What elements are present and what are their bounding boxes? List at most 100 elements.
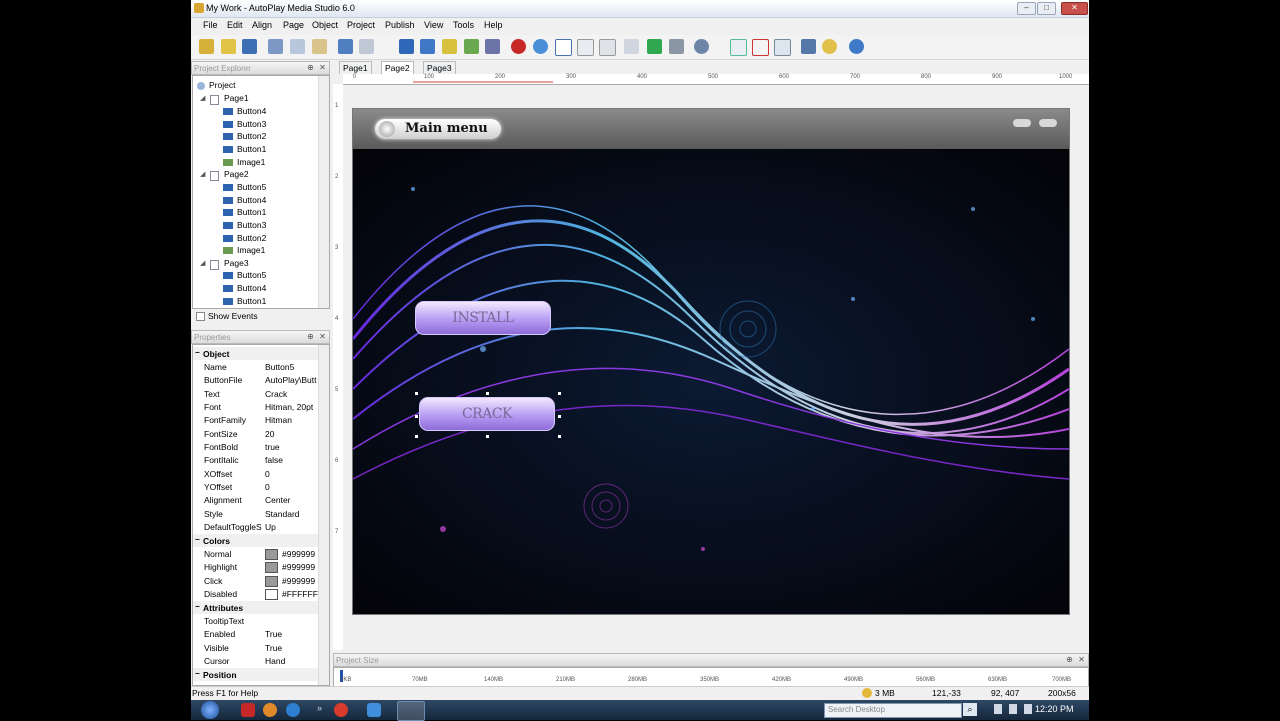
chrome-icon[interactable] <box>334 703 348 717</box>
property-row[interactable]: Disabled #FFFFFF <box>193 587 319 600</box>
collapse-icon[interactable]: ◢ <box>200 94 205 102</box>
category-position[interactable]: − Position <box>193 668 319 681</box>
close-pill-icon[interactable] <box>1039 119 1057 127</box>
menu-publish[interactable]: Publish <box>385 20 415 30</box>
record-icon[interactable] <box>511 39 526 54</box>
menu-object[interactable]: Object <box>312 20 338 30</box>
tab-page3[interactable]: Page3 <box>423 61 456 74</box>
delete-page-icon[interactable] <box>752 39 769 56</box>
preview-icon[interactable] <box>774 39 791 56</box>
close-icon[interactable]: ✕ <box>1077 655 1086 664</box>
copy-icon[interactable] <box>290 39 305 54</box>
start-button[interactable] <box>201 701 219 719</box>
tree-item-button[interactable]: Button4 <box>223 106 266 118</box>
cut-icon[interactable] <box>268 39 283 54</box>
tray-icon[interactable] <box>1009 704 1017 714</box>
tree-item-page3[interactable]: ◢ Page3 <box>200 258 249 271</box>
explorer-icon[interactable] <box>367 703 381 717</box>
checkbox-icon[interactable] <box>196 312 205 321</box>
property-row[interactable]: FontItalic false <box>193 453 319 466</box>
combobox-object-icon[interactable] <box>599 39 616 56</box>
tree-item-button[interactable]: Button1 <box>223 144 266 156</box>
build-icon[interactable] <box>801 39 816 54</box>
property-row[interactable]: Font Hitman, 20pt <box>193 400 319 413</box>
property-row[interactable]: FontSize 20 <box>193 427 319 440</box>
tree-item-button[interactable]: Button2 <box>223 233 266 245</box>
property-row[interactable]: FontBold true <box>193 440 319 453</box>
page-stage[interactable]: Main menu INSTALL CRACK <box>352 108 1070 615</box>
install-button[interactable]: INSTALL <box>415 301 551 335</box>
menu-view[interactable]: View <box>424 20 443 30</box>
property-row[interactable]: DefaultToggleS Up <box>193 520 319 533</box>
collapse-icon[interactable]: − <box>195 535 200 544</box>
tree-item-button[interactable]: Button3 <box>223 220 266 232</box>
category-attributes[interactable]: − Attributes <box>193 601 319 614</box>
property-row[interactable]: FontFamily Hitman <box>193 413 319 426</box>
collapse-icon[interactable]: − <box>195 348 200 357</box>
minimize-pill-icon[interactable] <box>1013 119 1031 127</box>
wizard-icon[interactable] <box>199 39 214 54</box>
property-row[interactable]: Click #999999 <box>193 574 319 587</box>
property-row[interactable]: Visible True <box>193 641 319 654</box>
menu-help[interactable]: Help <box>484 20 503 30</box>
selection-handle[interactable] <box>415 435 418 438</box>
collapse-icon[interactable]: − <box>195 669 200 678</box>
tree-item-button[interactable]: Button1 <box>223 207 266 219</box>
tree-item-page2[interactable]: ◢ Page2 <box>200 169 249 182</box>
show-events-checkbox[interactable]: Show Events <box>195 311 325 323</box>
property-row[interactable]: Text Crack <box>193 387 319 400</box>
menu-file[interactable]: File <box>203 20 218 30</box>
property-row[interactable]: Name Button5 <box>193 360 319 373</box>
autoplay-task-button[interactable] <box>397 701 425 721</box>
properties-scrollbar[interactable] <box>318 345 329 685</box>
maximize-button[interactable]: □ <box>1037 2 1056 15</box>
close-button[interactable]: ✕ <box>1061 2 1088 15</box>
tree-object-icon[interactable] <box>647 39 662 54</box>
menu-project[interactable]: Project <box>347 20 375 30</box>
color-swatch[interactable] <box>265 589 278 600</box>
selection-handle[interactable] <box>415 392 418 395</box>
property-row[interactable]: Style Standard <box>193 507 319 520</box>
property-row[interactable]: TooltipText <box>193 614 319 627</box>
tree-item-button[interactable]: Button3 <box>223 119 266 131</box>
pin-icon[interactable]: ⊕ <box>306 63 315 72</box>
color-swatch[interactable] <box>265 562 278 573</box>
pin-icon[interactable]: ⊕ <box>1065 655 1074 664</box>
minimize-button[interactable]: – <box>1017 2 1036 15</box>
selection-handle[interactable] <box>486 392 489 395</box>
menu-edit[interactable]: Edit <box>227 20 243 30</box>
chevron-right-icon[interactable]: » <box>317 703 322 713</box>
input-object-icon[interactable] <box>555 39 572 56</box>
label-object-icon[interactable] <box>420 39 435 54</box>
menu-tools[interactable]: Tools <box>453 20 474 30</box>
selection-handle[interactable] <box>558 415 561 418</box>
collapse-icon[interactable]: ◢ <box>200 259 205 267</box>
selection-handle[interactable] <box>558 392 561 395</box>
selection-handle[interactable] <box>415 415 418 418</box>
property-row[interactable]: Highlight #999999 <box>193 560 319 573</box>
image-object-icon[interactable] <box>464 39 479 54</box>
tree-item-image[interactable]: Image1 <box>223 245 265 257</box>
property-row[interactable]: XOffset 0 <box>193 467 319 480</box>
zoom-icon[interactable] <box>694 39 709 54</box>
tree-item-button[interactable]: Button1 <box>223 296 266 308</box>
progress-object-icon[interactable] <box>624 39 639 54</box>
web-object-icon[interactable] <box>533 39 548 54</box>
save-icon[interactable] <box>242 39 257 54</box>
firefox-icon[interactable] <box>263 703 277 717</box>
grid-object-icon[interactable] <box>669 39 684 54</box>
tree-item-button[interactable]: Button5 <box>223 182 266 194</box>
search-icon[interactable]: ⌕ <box>963 703 977 716</box>
listbox-object-icon[interactable] <box>577 39 594 56</box>
undo-icon[interactable] <box>338 39 353 54</box>
tree-scrollbar[interactable] <box>318 76 329 308</box>
selection-handle[interactable] <box>558 435 561 438</box>
button-object-icon[interactable] <box>399 39 414 54</box>
crack-button[interactable]: CRACK <box>419 397 555 431</box>
menu-align[interactable]: Align <box>252 20 272 30</box>
media-player-icon[interactable] <box>241 703 255 717</box>
tray-icon[interactable] <box>994 704 1002 714</box>
property-row[interactable]: Cursor Hand <box>193 654 319 667</box>
color-swatch[interactable] <box>265 549 278 560</box>
tab-page2[interactable]: Page2 <box>381 61 414 74</box>
